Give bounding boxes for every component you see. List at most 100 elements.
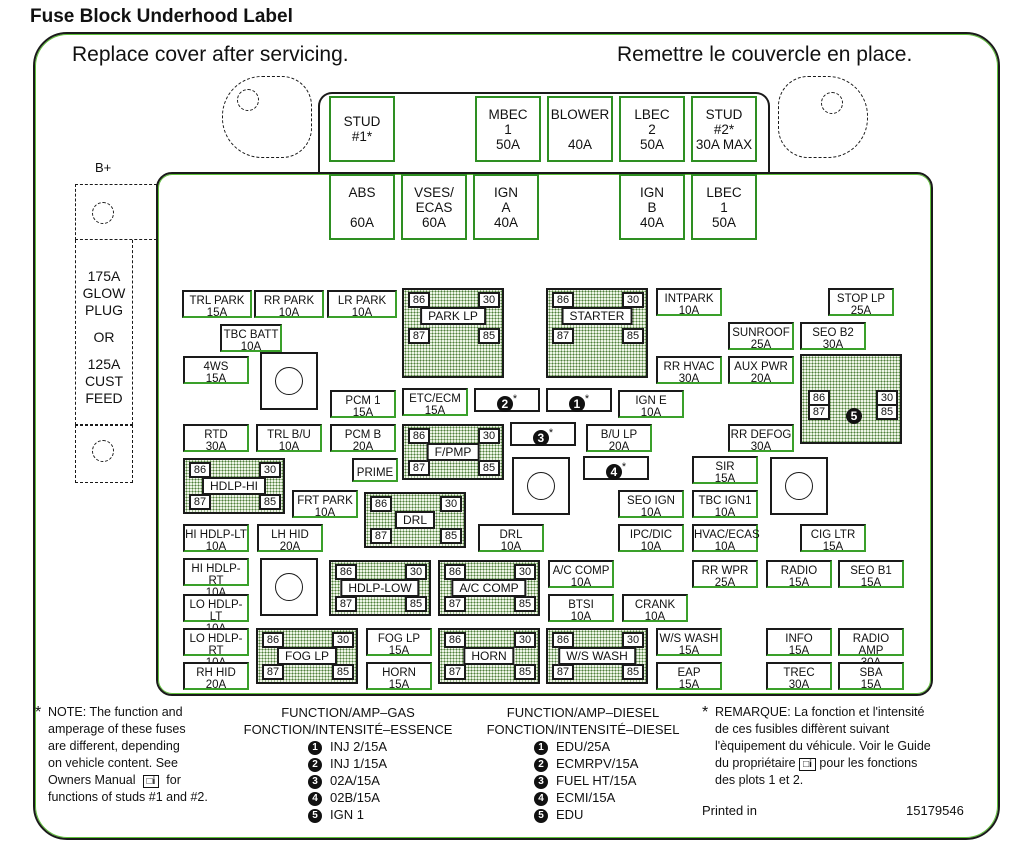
fuse-name: SEO B1 bbox=[850, 565, 892, 577]
variable-fuse-slot-1: 1 * bbox=[546, 388, 612, 412]
relay-relay5: 86 30 87 85 5 bbox=[800, 354, 902, 444]
mount-hole-left bbox=[237, 89, 259, 111]
mount-tab-left bbox=[222, 76, 312, 158]
fuse-amperage: 10A bbox=[278, 441, 300, 453]
fuse-name: TRL PARK bbox=[189, 295, 245, 307]
blank-socket bbox=[770, 457, 828, 515]
fuse-text: STUD bbox=[343, 114, 381, 129]
number-badge-icon: 5 bbox=[534, 808, 548, 823]
fuse-name: IGN E bbox=[635, 395, 667, 407]
relay-pin-87: 87 bbox=[552, 328, 574, 344]
relay-label: W/S WASH bbox=[558, 647, 636, 665]
fuse-name: 4WS bbox=[203, 361, 229, 373]
fuse-amperage: 10A bbox=[640, 541, 662, 553]
side-feed-text: 175A GLOW PLUG OR 125A CUST FEED bbox=[75, 268, 133, 407]
blank-socket bbox=[260, 558, 318, 616]
fuse-name: EAP bbox=[677, 667, 701, 679]
mini-fuse-pcm-b: PCM B 20A bbox=[330, 424, 396, 453]
maxi-fuse-lbec2: LBEC 2 50A bbox=[619, 96, 685, 162]
fuse-text: 50A bbox=[495, 136, 521, 152]
relay-label: DRL bbox=[394, 511, 436, 529]
mini-fuse-trl-bu: TRL B/U 10A bbox=[256, 424, 322, 453]
maxi-fuse-blower: BLOWER 40A bbox=[547, 96, 613, 162]
fuse-text: 60A bbox=[421, 214, 447, 230]
gas-item: 2 INJ 1/15A bbox=[308, 755, 464, 772]
relay-starter: 86 30 87 85 STARTER bbox=[546, 288, 648, 378]
note-line: are different, depending bbox=[48, 739, 180, 753]
instruction-fr: Remettre le couvercle en place. bbox=[617, 43, 913, 66]
relay-ws-wash: 86 30 87 85 W/S WASH bbox=[546, 628, 648, 684]
number-badge-icon: 5 bbox=[308, 808, 322, 823]
side-line: FEED bbox=[85, 390, 123, 406]
mini-fuse-ac-comp-fuse: A/C COMP 10A bbox=[548, 560, 614, 589]
note-line: for bbox=[166, 773, 181, 787]
relay-pin-85: 85 bbox=[405, 596, 427, 612]
note-line: NOTE: The function and bbox=[48, 705, 183, 719]
maxi-fuse-mbec1: MBEC 1 50A bbox=[475, 96, 541, 162]
diesel-item: 4 ECMI/15A bbox=[534, 789, 692, 806]
mini-fuse-sunroof: SUNROOF 25A bbox=[728, 322, 794, 351]
side-line: 175A bbox=[87, 268, 121, 284]
fuse-name: W/S WASH bbox=[659, 633, 719, 645]
fuse-amperage: 10A bbox=[714, 541, 736, 553]
relay-pin-85: 85 bbox=[876, 404, 898, 420]
relay-pin-30: 30 bbox=[478, 292, 500, 308]
relay-pin-30: 30 bbox=[514, 632, 536, 648]
fuse-amperage: 30A bbox=[788, 679, 810, 691]
fuse-text: BLOWER bbox=[550, 106, 610, 122]
relay-pin-30: 30 bbox=[622, 292, 644, 308]
fuse-amperage: 30A bbox=[750, 441, 772, 453]
asterisk: * bbox=[548, 427, 554, 439]
fuse-name: ETC/ECM bbox=[409, 393, 461, 405]
mini-fuse-rr-hvac: RR HVAC 30A bbox=[656, 356, 722, 385]
mini-fuse-info: INFO 15A bbox=[766, 628, 832, 657]
relay-pin-85: 85 bbox=[622, 328, 644, 344]
fuse-name: TBC IGN1 bbox=[698, 495, 752, 507]
fuse-name: RR WPR bbox=[701, 565, 749, 577]
fuse-amperage: 15A bbox=[714, 473, 736, 485]
asterisk: * bbox=[621, 461, 627, 473]
note-line: pour les fonctions bbox=[819, 756, 918, 770]
fuse-amperage: 10A bbox=[570, 611, 592, 623]
asterisk: * bbox=[512, 393, 518, 405]
side-line: 125A bbox=[87, 356, 121, 372]
mini-fuse-lo-hdlp-rt: LO HDLP-RT10A bbox=[183, 628, 249, 669]
relay-pin-87: 87 bbox=[408, 328, 430, 344]
fuse-text: 2 bbox=[648, 121, 656, 137]
fuse-name: HVAC/ECAS bbox=[694, 529, 760, 541]
mini-fuse-intpark: INTPARK 10A bbox=[656, 288, 722, 317]
diesel-function-table: FUNCTION/AMP–DIESEL FONCTION/INTENSITÉ–D… bbox=[474, 704, 692, 823]
mini-fuse-4ws: 4WS 15A bbox=[183, 356, 249, 385]
fuse-amperage: 10A bbox=[314, 507, 336, 519]
mini-fuse-eap: EAP 15A bbox=[656, 662, 722, 691]
fuse-amperage: 10A bbox=[714, 507, 736, 519]
mini-fuse-ws-wash-fuse: W/S WASH 15A bbox=[656, 628, 722, 657]
maxi-fuse-abs: ABS 60A bbox=[329, 174, 395, 240]
fuse-amperage: 25A bbox=[750, 339, 772, 351]
relay-pin-86: 86 bbox=[370, 496, 392, 512]
diesel-heading: FUNCTION/AMP–DIESEL bbox=[506, 705, 660, 720]
mount-hole-right bbox=[821, 92, 843, 114]
fuse-name: RH HID bbox=[196, 667, 236, 679]
mini-fuse-rh-hid: RH HID 20A bbox=[183, 662, 249, 691]
asterisk: * bbox=[584, 393, 590, 405]
fuse-name: HI HDLP-RT bbox=[191, 563, 241, 587]
relay-pin-87: 87 bbox=[408, 460, 430, 476]
maxi-fuse-igna: IGN A 40A bbox=[473, 174, 539, 240]
relay-label: HDLP-HI bbox=[201, 477, 267, 495]
gas-function-table: FUNCTION/AMP–GAS FONCTION/INTENSITÉ–ESSE… bbox=[232, 704, 464, 823]
fuse-text: 1 bbox=[504, 121, 512, 137]
fuse-name: FRT PARK bbox=[297, 495, 353, 507]
mini-fuse-stop-lp: STOP LP 25A bbox=[828, 288, 894, 317]
gas-item: 1 INJ 2/15A bbox=[308, 738, 464, 755]
fuse-name: HI HDLP-LT bbox=[185, 529, 247, 541]
relay-pin-86: 86 bbox=[444, 632, 466, 648]
relay-label: HORN bbox=[463, 647, 515, 665]
relay-label: FOG LP bbox=[276, 647, 338, 665]
fuse-text: IGN bbox=[639, 184, 664, 200]
side-line: OR bbox=[93, 329, 115, 345]
mini-fuse-frt-park: FRT PARK 10A bbox=[292, 490, 358, 519]
note-line: on vehicle content. See bbox=[48, 756, 178, 770]
fuse-name: INFO bbox=[785, 633, 813, 645]
maxi-fuse-stud1: STUD #1* bbox=[329, 96, 395, 162]
